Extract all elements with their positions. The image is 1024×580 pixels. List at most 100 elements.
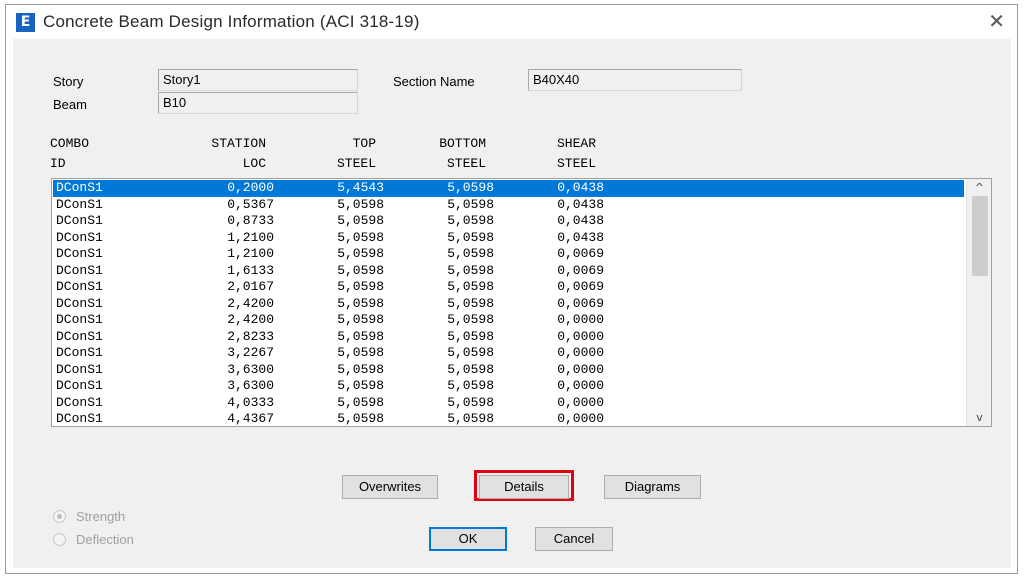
station-loc-cell: 0,8733 — [227, 213, 274, 228]
bottom-steel-cell: 5,0598 — [447, 295, 494, 311]
top-steel-cell: 5,0598 — [337, 361, 384, 377]
bottom-steel-cell: 5,0598 — [447, 328, 494, 344]
station-loc-cell: 2,4200 — [227, 295, 274, 311]
ok-button[interactable]: OK — [429, 527, 507, 551]
top-steel-cell: 5,0598 — [337, 394, 384, 410]
station-loc-cell: 2,4200 — [227, 312, 274, 327]
cancel-button[interactable]: Cancel — [535, 527, 613, 551]
table-row[interactable]: DConS1 3,6300 5,0598 5,0598 0,0000 — [53, 378, 964, 395]
shear-steel-cell: 0,0438 — [557, 229, 604, 245]
station-loc-cell: 1,6133 — [227, 262, 274, 278]
shear-steel-cell: 0,0000 — [557, 345, 604, 360]
table-row[interactable]: DConS1 2,8233 5,0598 5,0598 0,0000 — [53, 329, 964, 346]
diagrams-button[interactable]: Diagrams — [604, 475, 701, 499]
shear-steel-cell: 0,0000 — [557, 411, 604, 426]
combo-id-cell: DConS1 — [56, 411, 103, 426]
table-row[interactable]: DConS1 2,0167 5,0598 5,0598 0,0069 — [53, 279, 964, 296]
strength-radio[interactable] — [53, 510, 66, 523]
bottom-steel-cell: 5,0598 — [447, 262, 494, 278]
station-loc-cell: 2,8233 — [227, 328, 274, 344]
header-combo: COMBO — [50, 136, 90, 151]
title-bar: E Concrete Beam Design Information (ACI … — [6, 5, 1017, 39]
shear-steel-cell: 0,0438 — [557, 180, 604, 195]
story-label: Story — [53, 74, 84, 89]
bottom-steel-cell: 5,0598 — [447, 213, 494, 228]
station-loc-cell: 1,2100 — [227, 246, 274, 261]
combo-id-cell: DConS1 — [56, 180, 103, 195]
station-loc-cell: 3,6300 — [227, 378, 274, 393]
combo-id-cell: DConS1 — [56, 213, 103, 228]
shear-steel-cell: 0,0438 — [557, 196, 604, 212]
strength-label: Strength — [76, 509, 126, 524]
table-row[interactable]: DConS1 0,8733 5,0598 5,0598 0,0438 — [53, 213, 964, 230]
section-name-field: B40X40 — [528, 69, 742, 91]
shear-steel-cell: 0,0000 — [557, 361, 604, 377]
top-steel-cell: 5,0598 — [337, 411, 384, 426]
combo-id-cell: DConS1 — [56, 345, 103, 360]
scroll-thumb[interactable] — [972, 196, 988, 276]
bottom-steel-cell: 5,0598 — [447, 394, 494, 410]
combo-id-cell: DConS1 — [56, 328, 103, 344]
station-loc-cell: 1,2100 — [227, 229, 274, 245]
bottom-steel-cell: 5,0598 — [447, 229, 494, 245]
header-top: TOP — [352, 136, 376, 151]
bottom-steel-cell: 5,0598 — [447, 312, 494, 327]
bottom-steel-cell: 5,0598 — [447, 378, 494, 393]
table-row[interactable]: DConS1 2,4200 5,0598 5,0598 0,0000 — [53, 312, 964, 329]
table-row[interactable]: DConS1 1,2100 5,0598 5,0598 0,0438 — [53, 230, 964, 247]
table-row[interactable]: DConS1 2,4200 5,0598 5,0598 0,0069 — [53, 296, 964, 313]
table-row[interactable]: DConS1 0,2000 5,4543 5,0598 0,0438 — [53, 180, 964, 197]
top-steel-cell: 5,0598 — [337, 262, 384, 278]
shear-steel-cell: 0,0000 — [557, 378, 604, 393]
scroll-down-icon[interactable]: v — [967, 409, 991, 426]
combo-id-cell: DConS1 — [56, 262, 103, 278]
beam-label: Beam — [53, 97, 87, 112]
design-info-window: E Concrete Beam Design Information (ACI … — [5, 4, 1018, 574]
table-row[interactable]: DConS1 4,0333 5,0598 5,0598 0,0000 — [53, 395, 964, 412]
table-row[interactable]: DConS1 1,2100 5,0598 5,0598 0,0069 — [53, 246, 964, 263]
top-steel-cell: 5,0598 — [337, 229, 384, 245]
deflection-radio[interactable] — [53, 533, 66, 546]
top-steel-cell: 5,0598 — [337, 196, 384, 212]
details-button[interactable]: Details — [479, 475, 569, 499]
combo-id-cell: DConS1 — [56, 196, 103, 212]
beam-field: B10 — [158, 92, 358, 114]
table-row[interactable]: DConS1 4,4367 5,0598 5,0598 0,0000 — [53, 411, 964, 426]
top-steel-cell: 5,0598 — [337, 328, 384, 344]
bottom-steel-cell: 5,0598 — [447, 180, 494, 195]
close-icon[interactable]: ✕ — [988, 9, 1005, 33]
top-steel-cell: 5,0598 — [337, 279, 384, 294]
scroll-up-icon[interactable]: ^ — [967, 179, 991, 196]
overwrites-button[interactable]: Overwrites — [342, 475, 438, 499]
table-row[interactable]: DConS1 1,6133 5,0598 5,0598 0,0069 — [53, 263, 964, 280]
shear-steel-cell: 0,0069 — [557, 262, 604, 278]
section-name-label: Section Name — [393, 74, 475, 89]
combo-id-cell: DConS1 — [56, 295, 103, 311]
vertical-scrollbar[interactable]: ^ v — [966, 179, 991, 426]
station-loc-cell: 4,4367 — [227, 411, 274, 426]
shear-steel-cell: 0,0069 — [557, 246, 604, 261]
bottom-steel-cell: 5,0598 — [447, 246, 494, 261]
results-list[interactable]: DConS1 0,2000 5,4543 5,0598 0,0438 DConS1 0,53… — [51, 178, 992, 427]
shear-steel-cell: 0,0438 — [557, 213, 604, 228]
station-loc-cell: 3,6300 — [227, 361, 274, 377]
table-row[interactable]: DConS1 3,6300 5,0598 5,0598 0,0000 — [53, 362, 964, 379]
header-shear-steel: STEEL — [556, 156, 596, 171]
deflection-label: Deflection — [76, 532, 134, 547]
header-shear: SHEAR — [556, 136, 596, 151]
station-loc-cell: 0,2000 — [227, 180, 274, 195]
header-id: ID — [50, 156, 66, 171]
shear-steel-cell: 0,0000 — [557, 328, 604, 344]
shear-steel-cell: 0,0069 — [557, 279, 604, 294]
top-steel-cell: 5,0598 — [337, 213, 384, 228]
table-row[interactable]: DConS1 3,2267 5,0598 5,0598 0,0000 — [53, 345, 964, 362]
story-field: Story1 — [158, 69, 358, 91]
top-steel-cell: 5,0598 — [337, 345, 384, 360]
etabs-app-icon: E — [16, 13, 35, 32]
station-loc-cell: 2,0167 — [227, 279, 274, 294]
table-row[interactable]: DConS1 0,5367 5,0598 5,0598 0,0438 — [53, 197, 964, 214]
top-steel-cell: 5,0598 — [337, 312, 384, 327]
bottom-steel-cell: 5,0598 — [447, 411, 494, 426]
top-steel-cell: 5,0598 — [337, 246, 384, 261]
top-steel-cell: 5,4543 — [337, 180, 384, 195]
